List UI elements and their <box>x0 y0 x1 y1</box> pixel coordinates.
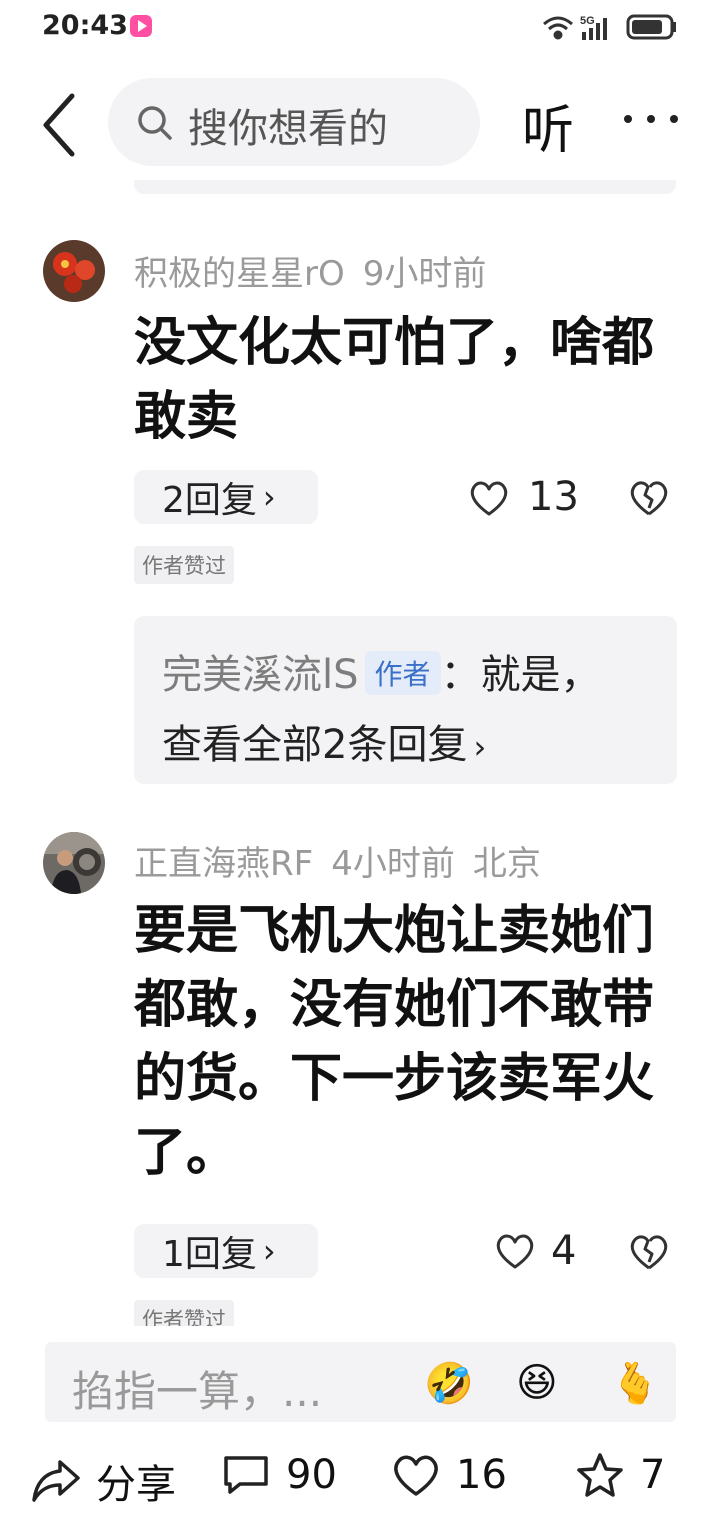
broken-heart-icon[interactable] <box>627 1232 671 1272</box>
comment-icon <box>224 1456 268 1494</box>
location: 北京 <box>472 844 541 884</box>
favorite-count: 7 <box>640 1452 666 1498</box>
broken-heart-icon[interactable] <box>627 478 671 518</box>
chevron-right-icon: › <box>262 478 276 516</box>
username[interactable]: 正直海燕RF <box>134 844 313 884</box>
more-icon[interactable] <box>620 104 682 134</box>
replies-label: 1回复 <box>162 1234 257 1275</box>
replies-button[interactable]: 1回复 › <box>134 1224 318 1278</box>
previous-item-edge <box>134 180 676 194</box>
replies-button[interactable]: 2回复 › <box>134 470 318 524</box>
view-all-replies-label: 查看全部2条回复 <box>162 722 468 768</box>
video-app-icon <box>130 15 152 37</box>
battery-icon <box>626 14 676 40</box>
comment-count: 90 <box>286 1452 337 1498</box>
search-icon <box>136 104 174 142</box>
comment-meta: 正直海燕RF 4小时前 北京 <box>134 836 559 885</box>
status-icons: 5G <box>540 10 680 44</box>
search-input[interactable]: 搜你想看的 <box>188 96 388 154</box>
listen-button[interactable]: 听 <box>522 88 574 163</box>
status-time: 20:43 <box>42 10 128 41</box>
author-liked-badge: 作者赞过 <box>134 1300 234 1326</box>
like-button[interactable]: 16 <box>390 1452 507 1498</box>
star-icon <box>577 1453 623 1497</box>
network-type: 5G <box>580 15 595 27</box>
author-liked-badge: 作者赞过 <box>134 546 234 584</box>
heart-icon[interactable] <box>468 479 510 517</box>
replies-label: 2回复 <box>162 480 257 521</box>
author-liked-badge-clip: 作者赞过 <box>134 1300 234 1326</box>
back-icon[interactable] <box>36 90 86 160</box>
heart-icon <box>394 1455 438 1496</box>
chevron-right-icon: › <box>473 728 487 766</box>
comment-text: 没文化太可怕了，啥都敢卖 <box>134 313 655 447</box>
view-all-replies-link[interactable]: 查看全部2条回复 › <box>162 712 486 770</box>
like-count: 13 <box>528 474 579 520</box>
comment-text: 要是飞机大炮让卖她们都敢，没有她们不敢带的货。下一步该卖军火了。 <box>134 901 655 1183</box>
author-tag: 作者 <box>364 651 441 695</box>
timestamp: 9小时前 <box>362 254 487 294</box>
avatar[interactable] <box>43 832 105 894</box>
username[interactable]: 积极的星星rO <box>134 254 345 294</box>
favorite-button[interactable]: 7 <box>574 1452 665 1498</box>
emoji-grinning[interactable]: 😆 <box>516 1360 558 1406</box>
heart-icon[interactable] <box>494 1232 536 1270</box>
reply-preview-line: 完美溪流lS 作者 ：就是， <box>162 642 601 700</box>
reply-text: ：就是， <box>440 652 601 698</box>
wifi-icon <box>543 16 573 40</box>
emoji-laughing-tears[interactable]: 🤣 <box>424 1360 474 1407</box>
comment-button[interactable]: 90 <box>220 1452 337 1498</box>
like-count: 4 <box>551 1228 577 1274</box>
timestamp: 4小时前 <box>331 844 455 884</box>
comment-input-placeholder[interactable]: 掐指一算，... <box>72 1358 322 1419</box>
emoji-finger-heart[interactable]: 🫰 <box>610 1360 660 1407</box>
share-button[interactable]: 分享 <box>30 1452 176 1510</box>
share-icon <box>32 1460 80 1502</box>
reply-username[interactable]: 完美溪流lS <box>162 652 359 698</box>
like-count-total: 16 <box>456 1452 507 1498</box>
chevron-right-icon: › <box>262 1232 276 1270</box>
share-label: 分享 <box>96 1462 176 1508</box>
comment-meta: 积极的星星rO 9小时前 <box>134 246 504 295</box>
avatar[interactable] <box>43 240 105 302</box>
